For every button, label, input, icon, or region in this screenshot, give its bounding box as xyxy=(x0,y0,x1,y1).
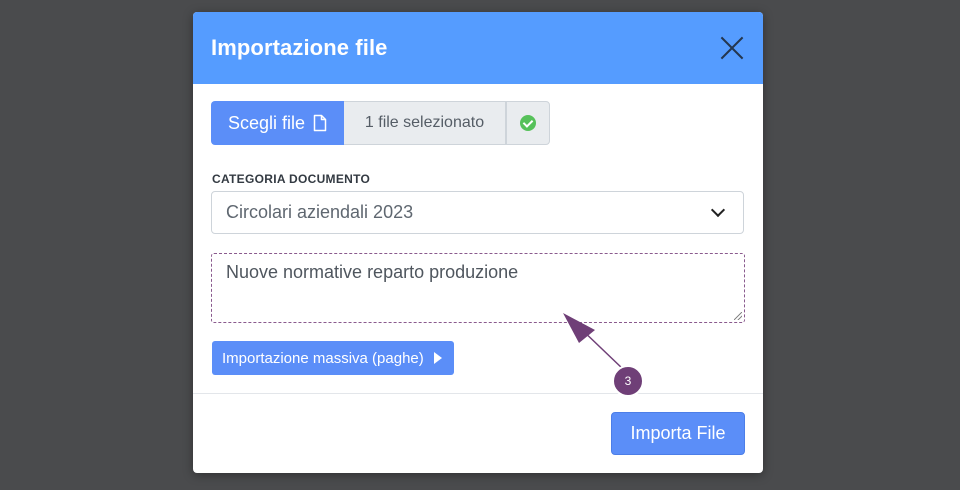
file-icon xyxy=(313,114,327,132)
footer-divider xyxy=(193,393,763,394)
choose-file-label: Scegli file xyxy=(227,112,306,133)
file-picker: Scegli file 1 file selezionato xyxy=(211,101,550,145)
category-label: CATEGORIA DOCUMENTO xyxy=(212,172,371,186)
category-select[interactable]: Circolari aziendali 2023 xyxy=(211,191,744,234)
chevron-down-icon xyxy=(710,202,726,218)
choose-file-button[interactable]: Scegli file xyxy=(211,101,344,145)
resize-grip-icon[interactable] xyxy=(734,312,742,320)
annotation-step-badge: 3 xyxy=(612,365,644,397)
dialog-title: Importazione file xyxy=(211,35,388,60)
bulk-import-button[interactable]: Importazione massiva (paghe) xyxy=(212,341,454,375)
file-status-indicator xyxy=(506,101,550,145)
check-circle-icon xyxy=(520,115,536,131)
bulk-import-label: Importazione massiva (paghe) xyxy=(222,349,424,367)
dialog-header: Importazione file xyxy=(193,12,763,84)
category-selected-value: Circolari aziendali 2023 xyxy=(226,202,414,222)
import-file-button[interactable]: Importa File xyxy=(611,412,745,455)
description-text: Nuove normative reparto produzione xyxy=(226,262,519,282)
description-textarea[interactable]: Nuove normative reparto produzione xyxy=(211,253,745,323)
close-icon[interactable] xyxy=(719,35,745,61)
file-status-text: 1 file selezionato xyxy=(344,101,506,145)
caret-right-icon xyxy=(433,352,442,364)
import-file-dialog: Importazione file Scegli file 1 file sel… xyxy=(193,12,763,473)
